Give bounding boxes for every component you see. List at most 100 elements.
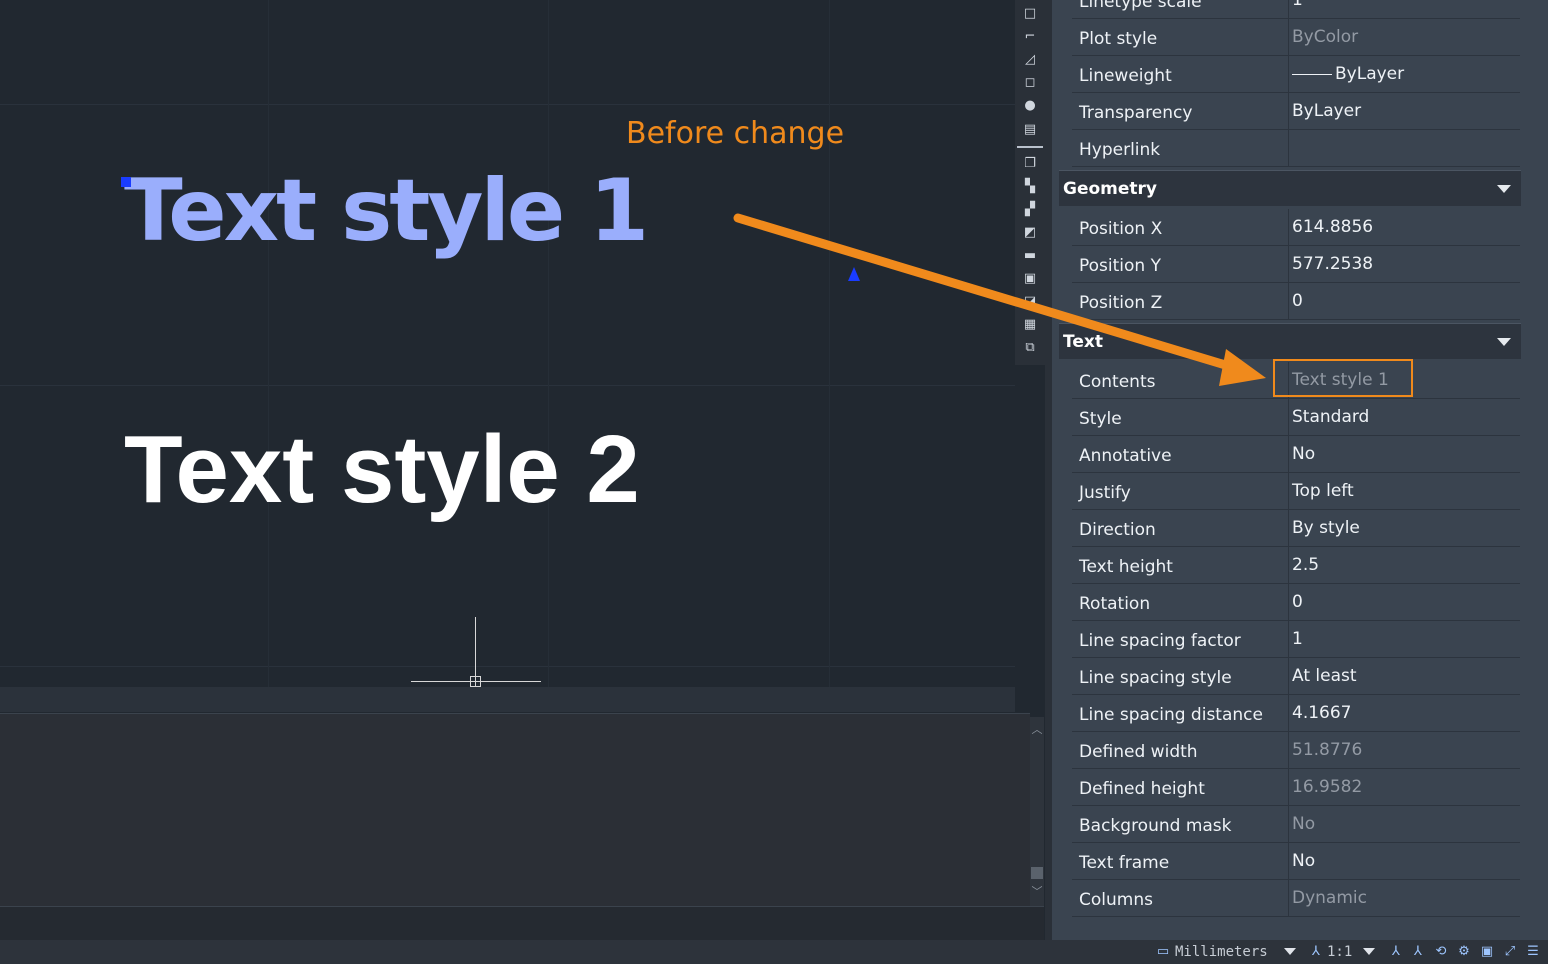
column-divider <box>1288 621 1289 657</box>
property-value[interactable]: ByLayer <box>1292 93 1518 129</box>
collapse-caret-icon[interactable] <box>1497 185 1511 193</box>
command-history[interactable] <box>0 713 1030 906</box>
property-row-rotation[interactable]: Rotation 0 <box>1072 584 1520 621</box>
property-label: Text height <box>1079 557 1173 577</box>
mirror-icon[interactable]: ◪ <box>1022 294 1038 310</box>
property-value: ByColor <box>1292 27 1359 47</box>
array-icon[interactable]: ▦ <box>1022 317 1038 333</box>
property-label: Position X <box>1079 219 1163 239</box>
property-value[interactable]: 614.8856 <box>1292 209 1518 245</box>
property-row-transparency[interactable]: Transparency ByLayer <box>1072 93 1520 130</box>
property-label: Position Y <box>1079 256 1161 276</box>
property-row-line-spacing-distance[interactable]: Line spacing distance 4.1667 <box>1072 695 1520 732</box>
property-value[interactable]: No <box>1292 436 1518 472</box>
annotation-scale-icon[interactable]: ⅄ <box>1308 944 1324 960</box>
units-dropdown-caret-icon[interactable] <box>1284 948 1296 955</box>
scale-dropdown-caret-icon[interactable] <box>1363 948 1375 955</box>
property-row-columns[interactable]: Columns Dynamic <box>1072 880 1520 917</box>
text-entity[interactable]: Text style 2 <box>124 422 640 518</box>
property-value[interactable]: 0 <box>1292 283 1518 319</box>
section-header-geometry[interactable]: Geometry <box>1059 170 1521 206</box>
paint-icon[interactable]: ● <box>1022 98 1038 114</box>
column-divider <box>1288 769 1289 805</box>
property-row-lineweight[interactable]: Lineweight ByLayer <box>1072 56 1520 93</box>
property-row-background-mask[interactable]: Background mask No <box>1072 806 1520 843</box>
property-label: Line spacing factor <box>1079 631 1241 651</box>
property-value: Dynamic <box>1292 888 1367 908</box>
property-row-position-y[interactable]: Position Y 577.2538 <box>1072 246 1520 283</box>
fence-select-icon[interactable]: ◿ <box>1022 52 1038 68</box>
property-value[interactable]: 2.5 <box>1292 547 1518 583</box>
scroll-up-icon[interactable]: ︿ <box>1030 723 1044 737</box>
width-grip[interactable] <box>848 267 860 281</box>
property-value[interactable]: 577.2538 <box>1292 246 1518 282</box>
auto-scale-icon[interactable]: ⅄ <box>1410 944 1426 960</box>
property-value[interactable]: Standard <box>1292 399 1518 435</box>
units-label[interactable]: Millimeters <box>1175 940 1268 964</box>
property-value[interactable]: 1 <box>1292 621 1518 657</box>
property-label: Linetype scale <box>1079 0 1202 12</box>
column-divider <box>1288 19 1289 55</box>
collapse-caret-icon[interactable] <box>1497 338 1511 346</box>
customize-menu-icon[interactable]: ☰ <box>1525 944 1541 960</box>
property-row-direction[interactable]: Direction By style <box>1072 510 1520 547</box>
fullscreen-icon[interactable]: ⤢ <box>1502 944 1518 960</box>
annotation-visibility-icon[interactable]: ⅄ <box>1388 944 1404 960</box>
property-row-annotative[interactable]: Annotative No <box>1072 436 1520 473</box>
property-value[interactable]: 4.1667 <box>1292 695 1518 731</box>
copy-objects-icon[interactable]: ❐ <box>1022 156 1038 172</box>
column-divider <box>1288 473 1289 509</box>
property-row-position-z[interactable]: Position Z 0 <box>1072 283 1520 320</box>
command-input[interactable] <box>0 906 1044 940</box>
property-value[interactable]: ByLayer <box>1292 56 1518 92</box>
scroll-thumb[interactable] <box>1031 867 1043 879</box>
panel-splitter[interactable] <box>1045 0 1052 940</box>
property-row-hyperlink[interactable]: Hyperlink <box>1072 130 1520 167</box>
property-row-line-spacing-style[interactable]: Line spacing style At least <box>1072 658 1520 695</box>
annotation-scale-label[interactable]: 1:1 <box>1327 940 1352 964</box>
property-row-plot-style[interactable]: Plot style ByColor <box>1072 19 1520 56</box>
property-value[interactable]: 1 <box>1292 0 1518 18</box>
command-scrollbar[interactable]: ︿ ﹀ <box>1030 717 1044 906</box>
units-icon[interactable]: ▭ <box>1155 944 1171 960</box>
workspace-icon[interactable]: ⟲ <box>1433 944 1449 960</box>
polyline-select-icon[interactable]: ⌐ <box>1022 29 1038 45</box>
stretch-icon[interactable]: ▣ <box>1022 271 1038 287</box>
scale-icon[interactable]: ⧉ <box>1022 340 1038 356</box>
settings-gear-icon[interactable]: ⚙ <box>1456 944 1472 960</box>
section-header-text[interactable]: Text <box>1059 323 1521 359</box>
rotate-icon[interactable]: ◩ <box>1022 225 1038 241</box>
property-row-defined-width[interactable]: Defined width 51.8776 <box>1072 732 1520 769</box>
grid-line <box>268 0 269 687</box>
column-divider <box>1288 93 1289 129</box>
move-icon[interactable]: ▞ <box>1022 202 1038 218</box>
property-row-defined-height[interactable]: Defined height 16.9582 <box>1072 769 1520 806</box>
property-row-line-spacing-factor[interactable]: Line spacing factor 1 <box>1072 621 1520 658</box>
column-divider <box>1288 658 1289 694</box>
property-value[interactable]: 0 <box>1292 584 1518 620</box>
property-row-style[interactable]: Style Standard <box>1072 399 1520 436</box>
property-row-linetype-scale[interactable]: Linetype scale 1 <box>1072 0 1520 19</box>
property-row-text-height[interactable]: Text height 2.5 <box>1072 547 1520 584</box>
text-entity-selected[interactable]: Text style 1 <box>124 168 649 254</box>
property-row-text-frame[interactable]: Text frame No <box>1072 843 1520 880</box>
property-value[interactable]: By style <box>1292 510 1518 546</box>
property-value[interactable]: Top left <box>1292 473 1518 509</box>
property-row-justify[interactable]: Justify Top left <box>1072 473 1520 510</box>
quick-select-icon[interactable]: ▤ <box>1022 122 1038 138</box>
property-value[interactable] <box>1292 130 1518 166</box>
property-value[interactable]: At least <box>1292 658 1518 694</box>
group-icon[interactable]: ▚ <box>1022 179 1038 195</box>
text-abc-icon[interactable]: ▬ <box>1022 248 1038 264</box>
drawing-canvas[interactable]: Before change Text style 1 Text style 2 <box>0 0 1015 687</box>
select-window-icon[interactable]: □ <box>1022 6 1038 22</box>
column-divider <box>1288 399 1289 435</box>
property-label: Line spacing style <box>1079 668 1232 688</box>
scroll-down-icon[interactable]: ﹀ <box>1030 885 1044 899</box>
crossing-select-icon[interactable]: ◻ <box>1022 75 1038 91</box>
property-row-position-x[interactable]: Position X 614.8856 <box>1072 209 1520 246</box>
hardware-acceleration-icon[interactable]: ▣ <box>1479 944 1495 960</box>
properties-panel: Linetype scale 1 Plot style ByColor Line… <box>1052 0 1548 940</box>
insertion-grip[interactable] <box>121 177 131 187</box>
property-value[interactable]: No <box>1292 843 1518 879</box>
